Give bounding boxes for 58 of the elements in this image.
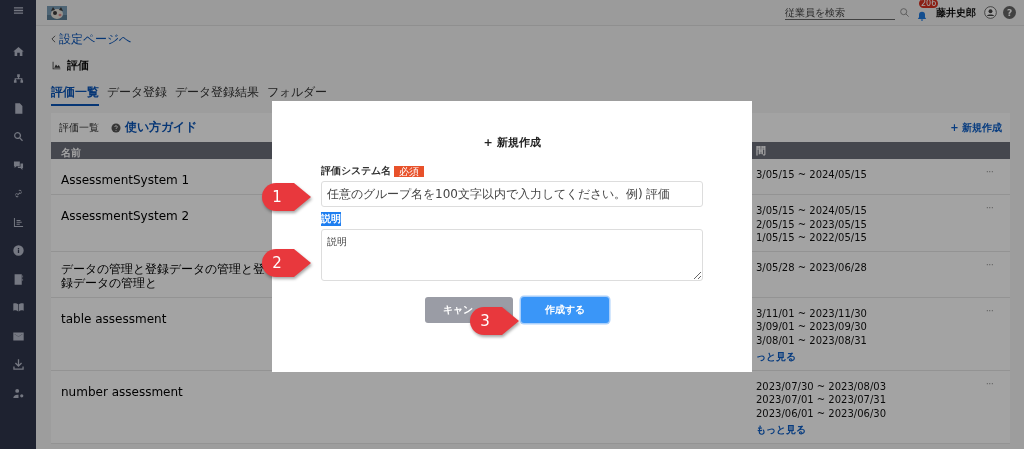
table-cell: number assessment [61, 384, 183, 399]
guide-link[interactable]: 使い方ガイド [125, 119, 197, 136]
table-cell: 2/05/15 ~ 2023/05/15 [756, 218, 867, 231]
bell-icon[interactable] [916, 9, 928, 22]
table-cell: 3/09/01 ~ 2023/09/30 [756, 321, 867, 334]
back-link[interactable]: 設定ページへ [59, 30, 131, 48]
table-cell: 3/05/15 ~ 2024/05/15 [756, 169, 867, 182]
info-icon[interactable] [11, 244, 25, 257]
search-field[interactable]: 従業員を検索 [785, 5, 895, 20]
user-settings-icon[interactable] [11, 386, 25, 400]
create-button[interactable]: 作成する [521, 297, 609, 323]
more-options-button[interactable]: ··· [986, 380, 994, 437]
table-cell: 2023/07/01 ~ 2023/07/31 [756, 394, 886, 407]
name-input-field[interactable]: 任意のグループ名を100文字以内で入力してください。例) 評価 [321, 181, 703, 207]
table-cell: AssessmentSystem 1 [61, 173, 190, 187]
field-label: 説明 [321, 212, 341, 226]
table-cell: 3/11/01 ~ 2023/11/30 [756, 307, 867, 320]
book-icon[interactable] [11, 301, 25, 314]
user-avatar-icon[interactable] [984, 6, 997, 19]
table-cell: table assessment [61, 311, 167, 326]
new-button[interactable]: + 新規作成 [950, 120, 1002, 135]
table-cell: 3/05/15 ~ 2024/05/15 [756, 205, 867, 218]
more-link[interactable]: っと見る [756, 351, 796, 364]
page-title: 評価 [67, 57, 89, 73]
column-header: 名前 [61, 147, 81, 158]
user-name[interactable]: 藤井史郎 [936, 5, 976, 20]
table-cell: 1/05/15 ~ 2022/05/15 [756, 232, 867, 245]
more-options-button[interactable]: ··· [986, 169, 994, 188]
help-button[interactable]: ? [1003, 6, 1016, 19]
field-label: 評価システム名 [321, 164, 391, 178]
dialog-title: + 新規作成 [483, 135, 541, 150]
chart-icon[interactable] [11, 215, 25, 229]
card-title: 評価一覧 [59, 120, 99, 135]
notification-count: 206 [919, 0, 939, 8]
required-badge: 必須 [394, 165, 424, 177]
more-link[interactable]: もっと見る [756, 424, 806, 437]
tab[interactable]: データ登録 [107, 84, 167, 106]
home-icon[interactable] [11, 44, 25, 58]
sitemap-icon[interactable] [11, 73, 25, 86]
table-cell: 2023/06/01 ~ 2023/06/30 [756, 407, 886, 420]
more-options-button[interactable]: ··· [986, 205, 994, 245]
table-cell: 3/05/28 ~ 2023/06/28 [756, 261, 867, 274]
table-cell: 2023/07/30 ~ 2023/08/03 [756, 380, 886, 393]
more-options-button[interactable]: ··· [986, 261, 994, 291]
download-icon[interactable] [11, 358, 25, 371]
tab[interactable]: データ登録結果 [175, 84, 259, 106]
chevron-left-icon [51, 35, 56, 43]
help-icon [111, 122, 121, 133]
step-callout: 1 [262, 182, 312, 212]
menu-icon[interactable] [11, 4, 25, 17]
table-cell: AssessmentSystem 2 [61, 209, 190, 223]
more-options-button[interactable]: ··· [986, 307, 994, 364]
table-cell: 3/08/01 ~ 2023/08/31 [756, 334, 867, 347]
column-header: 間 [756, 143, 766, 158]
search-icon[interactable] [11, 130, 25, 143]
search-icon[interactable] [899, 7, 910, 18]
tab[interactable]: 評価一覧 [51, 84, 99, 106]
description-field[interactable]: 説明 [321, 229, 703, 281]
